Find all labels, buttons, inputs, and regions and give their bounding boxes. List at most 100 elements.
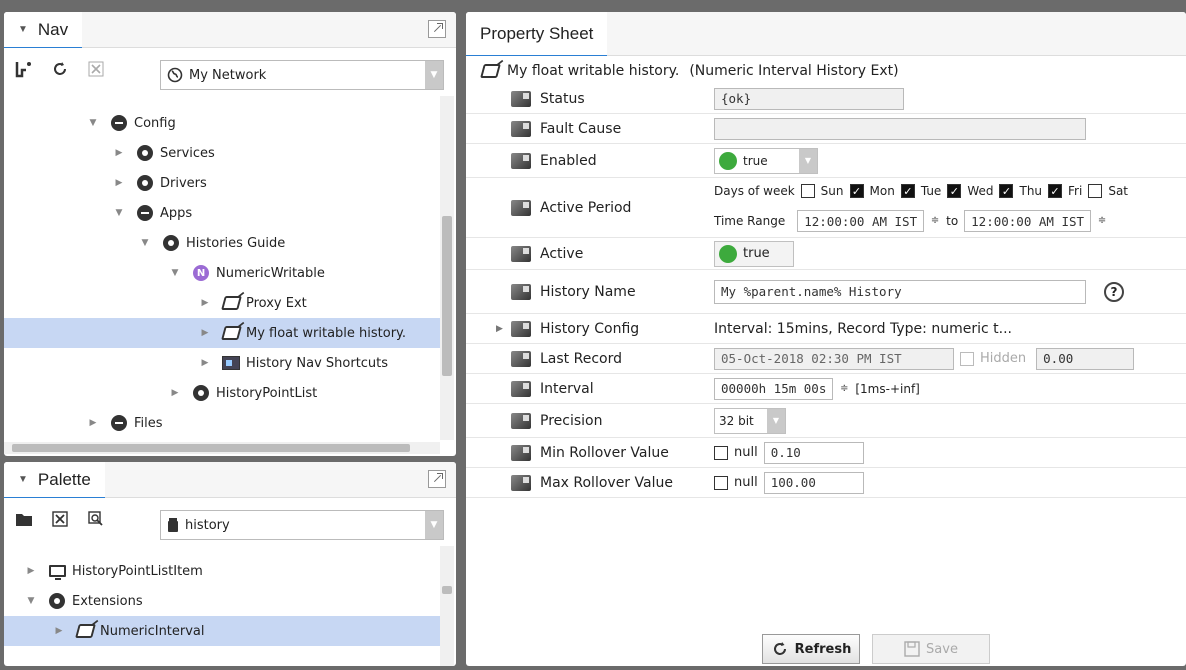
collapsed-icon[interactable]: ▶ (168, 388, 182, 398)
refresh-button[interactable]: Refresh (762, 634, 860, 664)
tree-item-label: History Nav Shortcuts (246, 355, 389, 371)
property-sheet-panel: Property Sheet My float writable history… (466, 12, 1186, 666)
chevron-down-icon[interactable]: ▼ (425, 61, 443, 89)
history-name-field[interactable]: My %parent.name% History (714, 279, 1086, 304)
checkbox-wed[interactable]: ✓ (947, 184, 962, 198)
station-select[interactable]: My Network ▼ (160, 60, 444, 90)
save-button[interactable]: Save (872, 634, 990, 664)
status-field: {ok} (714, 87, 904, 110)
tree-item-files[interactable]: ▶ Files (4, 408, 440, 438)
close-icon[interactable] (50, 509, 70, 529)
collapsed-icon[interactable]: ▶ (52, 626, 66, 636)
collapsed-icon[interactable]: ▶ (198, 298, 212, 308)
palette-item-extensions[interactable]: ▼ Extensions (4, 586, 440, 616)
expanded-icon[interactable]: ▼ (24, 596, 38, 606)
files-icon-shape (111, 415, 127, 431)
checkbox-sun[interactable] (800, 184, 815, 198)
tree-item-history-point-list[interactable]: ▶ HistoryPointList (4, 378, 440, 408)
close-icon[interactable] (86, 59, 106, 79)
checkbox-sat[interactable] (1088, 184, 1103, 198)
chevron-down-icon[interactable]: ▼ (425, 511, 443, 539)
property-label: History Config (540, 320, 640, 337)
tree-item-proxy-ext[interactable]: ▶ Proxy Ext (4, 288, 440, 318)
collapsed-icon[interactable]: ▶ (198, 328, 212, 338)
caret-down-icon[interactable]: ▼ (18, 24, 28, 35)
home-icon[interactable] (14, 59, 34, 79)
tree-item-float-history-selected[interactable]: ▶ My float writable history. (4, 318, 440, 348)
services-icon (136, 144, 154, 162)
tree-item-numeric-writable[interactable]: ▼ N NumericWritable (4, 258, 440, 288)
spinner-icon[interactable]: ≑ (1097, 216, 1107, 226)
property-row-min-rollover: Min Rollover Value null 0.10 (466, 438, 1186, 468)
status-value-wrap: {ok} (714, 87, 904, 110)
time-from-field[interactable]: 12:00:00 AM IST (797, 210, 925, 232)
tree-item-history-nav-shortcuts[interactable]: ▶ History Nav Shortcuts (4, 348, 440, 378)
collapsed-icon[interactable]: ▶ (198, 358, 212, 368)
expanded-icon[interactable]: ▼ (86, 118, 100, 128)
tree-item-label: Files (134, 415, 163, 431)
chevron-down-icon[interactable]: ▼ (799, 148, 817, 173)
property-sheet-tab[interactable]: Property Sheet (466, 12, 608, 56)
expanded-icon[interactable]: ▼ (168, 268, 182, 278)
slot-icon-shape (511, 245, 531, 262)
tree-item-config[interactable]: ▼ Config (4, 108, 440, 138)
palette-item-label: HistoryPointListItem (72, 563, 203, 579)
property-row-active: Active true (466, 238, 1186, 270)
spinner-icon[interactable]: ≑ (839, 383, 849, 394)
max-rollover-field[interactable]: 100.00 (763, 471, 864, 494)
palette-module-select[interactable]: history ▼ (160, 510, 444, 540)
status-ok-icon (719, 151, 737, 170)
min-rollover-null-checkbox[interactable] (714, 445, 728, 460)
property-row-fault-cause: Fault Cause (466, 114, 1186, 144)
tree-item-histories-guide[interactable]: ▼ Histories Guide (4, 228, 440, 258)
enabled-select[interactable]: true ▼ (714, 147, 818, 174)
palette-item-numeric-interval-selected[interactable]: ▶ NumericInterval (4, 616, 440, 646)
null-label: null (734, 445, 758, 460)
monitor-icon (48, 562, 66, 580)
checkbox-tue[interactable]: ✓ (900, 184, 915, 198)
expanded-icon[interactable]: ▼ (112, 208, 126, 218)
maximize-icon[interactable] (428, 470, 446, 488)
property-row-history-name: History Name My %parent.name% History ? (466, 270, 1186, 314)
nav-scroll-thumb[interactable] (442, 216, 452, 376)
find-icon[interactable] (86, 509, 106, 529)
collapsed-icon[interactable]: ▶ (112, 148, 126, 158)
checkbox-thu[interactable]: ✓ (999, 184, 1014, 198)
slot-icon-shape (511, 120, 531, 137)
checkbox-fri[interactable]: ✓ (1048, 184, 1063, 198)
maximize-icon[interactable] (428, 20, 446, 38)
folder-open-icon[interactable] (14, 509, 34, 529)
palette-tab[interactable]: ▼ Palette (4, 462, 105, 498)
collapsed-icon[interactable]: ▶ (112, 178, 126, 188)
tree-item-services[interactable]: ▶ Services (4, 138, 440, 168)
refresh-icon[interactable] (50, 59, 70, 79)
precision-value-wrap: 32 bit ▼ (714, 407, 786, 434)
palette-item-history-point-list-item[interactable]: ▶ HistoryPointListItem (4, 556, 440, 586)
caret-down-icon[interactable]: ▼ (18, 474, 28, 485)
slot-icon (510, 444, 532, 462)
precision-select[interactable]: 32 bit ▼ (714, 407, 786, 434)
collapsed-icon[interactable]: ▶ (496, 324, 503, 334)
tree-item-apps[interactable]: ▼ Apps (4, 198, 440, 228)
checkbox-mon[interactable]: ✓ (849, 184, 864, 198)
nav-tab[interactable]: ▼ Nav (4, 12, 83, 48)
max-rollover-null-checkbox[interactable] (714, 475, 728, 490)
chevron-down-icon[interactable]: ▼ (767, 408, 785, 433)
collapsed-icon[interactable]: ▶ (86, 418, 100, 428)
nav-vertical-scrollbar[interactable] (440, 96, 454, 440)
min-rollover-field[interactable]: 0.10 (763, 441, 864, 464)
collapsed-icon[interactable]: ▶ (24, 566, 38, 576)
interval-field[interactable]: 00000h 15m 00s (714, 377, 834, 400)
property-row-enabled: Enabled true ▼ (466, 144, 1186, 178)
palette-scroll-thumb[interactable] (442, 586, 452, 594)
tree-item-drivers[interactable]: ▶ Drivers (4, 168, 440, 198)
palette-vertical-scrollbar[interactable] (440, 546, 454, 666)
spinner-icon[interactable]: ≑ (930, 216, 940, 226)
drivers-icon (136, 174, 154, 192)
help-icon[interactable]: ? (1104, 281, 1124, 302)
time-to-field[interactable]: 12:00:00 AM IST (964, 210, 1092, 232)
expanded-icon[interactable]: ▼ (138, 238, 152, 248)
nav-horizontal-scrollbar[interactable] (4, 442, 440, 454)
nav-hscroll-thumb[interactable] (12, 444, 410, 452)
folder-icon-shape (49, 593, 65, 609)
